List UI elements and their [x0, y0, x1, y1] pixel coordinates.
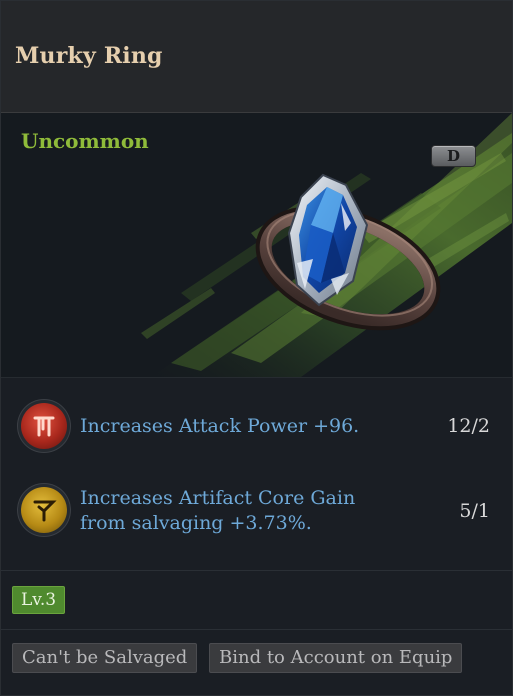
item-grade-badge: D — [431, 145, 476, 167]
item-tooltip: Murky Ring Uncommon D Increases Attack P… — [0, 0, 513, 696]
tag-footer: Can't be Salvaged Bind to Account on Equ… — [1, 630, 512, 695]
stat-description: Increases Attack Power +96. — [80, 415, 360, 437]
level-section: Lv.3 — [1, 571, 512, 630]
tooltip-header: Murky Ring — [1, 1, 512, 113]
stat-row: Increases Attack Power +96. 12/2 — [1, 378, 512, 474]
stat-row: Increases Artifact Core Gain from salvag… — [1, 474, 512, 570]
level-badge: Lv.3 — [12, 586, 66, 614]
stat-description: Increases Artifact Core Gain from salvag… — [80, 487, 356, 534]
cant-be-salvaged-tag: Can't be Salvaged — [12, 643, 198, 673]
item-rarity: Uncommon — [21, 129, 149, 153]
bind-to-account-tag: Bind to Account on Equip — [209, 643, 463, 673]
stat-count: 12/2 — [447, 415, 490, 437]
attack-power-icon — [21, 403, 67, 449]
item-name: Murky Ring — [15, 43, 163, 69]
stat-count: 5/1 — [459, 500, 490, 522]
stat-list: Increases Attack Power +96. 12/2 Increas… — [1, 378, 512, 571]
artifact-core-icon — [21, 487, 67, 533]
item-art-panel: Uncommon D — [1, 113, 512, 378]
